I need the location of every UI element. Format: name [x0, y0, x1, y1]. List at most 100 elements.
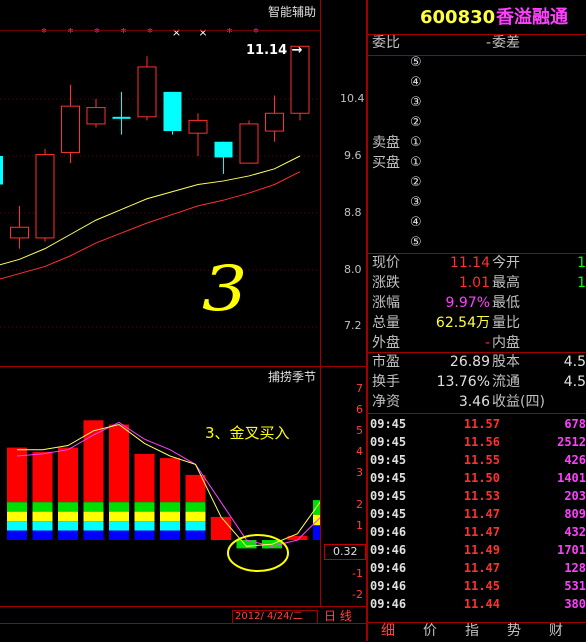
tick-price: 11.47: [463, 507, 500, 521]
weicha-label: 委差: [492, 35, 520, 51]
quote-tab[interactable]: 细: [368, 622, 408, 641]
indicator-bar: [83, 502, 104, 512]
divider: [368, 253, 586, 254]
sell-label: 卖盘: [372, 135, 400, 151]
indicator-bar: [32, 502, 53, 512]
stat-label: 外盘: [372, 335, 400, 351]
signal-mark: ×: [198, 26, 207, 39]
candle-body: [61, 105, 80, 153]
candle-body: [239, 123, 259, 164]
stat-value: 4.5: [563, 354, 586, 370]
indicator-axis-label: -2: [352, 588, 363, 601]
period-label[interactable]: 日 线: [324, 610, 352, 622]
indicator-bar: [58, 502, 78, 512]
tick-time: 09:45: [370, 435, 407, 449]
candle-body: [163, 91, 182, 132]
order-level: ④: [410, 75, 422, 90]
stat-label: 内盘: [492, 335, 520, 351]
tick-price: 11.47: [463, 561, 500, 575]
price-axis-label: 7.2: [344, 319, 362, 332]
indicator-axis-label: 3: [356, 466, 363, 479]
stock-header: 600830 香溢融通: [368, 0, 586, 35]
tick-price: 11.49: [463, 543, 500, 557]
order-level: ③: [410, 195, 422, 210]
signal-mark: *: [68, 26, 74, 39]
candle-body: [265, 112, 284, 132]
indicator-axis: 7 6 5 4 3 2 1 0.32 -1 -2: [320, 366, 366, 606]
stat-label: 股本: [492, 354, 520, 370]
indicator-bar: [185, 530, 206, 540]
tick-volume: 678: [564, 417, 586, 431]
indicator-bar: [185, 521, 206, 531]
price-axis-label: 8.8: [344, 206, 362, 219]
tick-volume: 426: [564, 453, 586, 467]
quote-tab[interactable]: 财: [536, 622, 576, 641]
candle-body: [35, 154, 55, 239]
indicator-bar: [109, 424, 129, 503]
indicator-bar: [83, 521, 104, 531]
order-level: ①: [410, 155, 422, 170]
indicator-bar: [134, 530, 155, 540]
date-bar: 2012/ 4/24/二 日 线: [0, 606, 366, 624]
stat-label: 量比: [492, 315, 520, 331]
tick-volume: 203: [564, 489, 586, 503]
indicator-bar: [32, 451, 53, 503]
stat-label: 涨跌: [372, 275, 400, 291]
indicator-bar: [109, 521, 129, 531]
indicator-bar: [211, 516, 231, 540]
indicator-bar: [58, 530, 78, 540]
tick-volume: 531: [564, 579, 586, 593]
tick-time: 09:46: [370, 597, 407, 611]
indicator-bar: [160, 521, 180, 531]
indicator-panel[interactable]: 捕捞季节 3、金叉买入: [0, 366, 320, 606]
stat-value: 1: [577, 255, 586, 271]
candle-body: [137, 66, 157, 118]
tick-time: 09:45: [370, 489, 407, 503]
stat-label: 收益(四): [492, 394, 545, 410]
stat-value: 1.01: [458, 275, 490, 291]
indicator-chart[interactable]: [0, 366, 320, 606]
date-box: 2012/ 4/24/二: [232, 610, 318, 624]
quote-tab[interactable]: 价: [410, 622, 450, 641]
indicator-axis-label: 6: [356, 403, 363, 416]
indicator-bar: [109, 502, 129, 512]
quote-tab[interactable]: 指: [452, 622, 492, 641]
highlight-circle: [227, 534, 289, 572]
indicator-bar: [109, 511, 129, 522]
stat-value: 13.76%: [436, 374, 490, 390]
signal-mark: *: [121, 26, 127, 39]
indicator-bar: [160, 530, 180, 540]
stock-code: 600830: [420, 7, 496, 28]
tick-list[interactable]: 09:45 11.57 678 09:45 11.56 2512 09:45 11.55 426…: [368, 418, 586, 618]
tick-time: 09:45: [370, 417, 407, 431]
signal-mark: ×: [172, 26, 181, 39]
indicator-axis-label: 2: [356, 498, 363, 511]
indicator-bar: [160, 458, 180, 503]
indicator-annotation: 3、金叉买入: [205, 424, 290, 442]
date-label: 2012/ 4/24/二: [235, 611, 303, 622]
tick-price: 11.50: [463, 471, 500, 485]
stat-label: 今开: [492, 255, 520, 271]
tick-time: 09:46: [370, 525, 407, 539]
candle-body: [214, 141, 233, 158]
order-level: ②: [410, 115, 422, 130]
stat-value: 1: [577, 275, 586, 291]
order-level: ②: [410, 175, 422, 190]
indicator-bar: [58, 447, 78, 503]
divider: [368, 55, 586, 56]
candle-body: [10, 226, 29, 239]
quote-tab[interactable]: 势: [494, 622, 534, 641]
main-chart-title: 智能辅助: [268, 5, 317, 19]
tick-price: 11.56: [463, 435, 500, 449]
stat-value: -: [484, 335, 490, 351]
indicator-axis-label: 7: [356, 382, 363, 395]
arrow-icon: →: [287, 43, 303, 58]
candle-body: [0, 156, 3, 185]
tick-volume: 1401: [557, 471, 586, 485]
indicator-axis-label: -1: [352, 567, 363, 580]
indicator-bar: [134, 521, 155, 531]
indicator-bar: [7, 511, 27, 522]
stat-label: 净资: [372, 394, 400, 410]
indicator-bar: [160, 502, 180, 512]
tick-volume: 1701: [557, 543, 586, 557]
